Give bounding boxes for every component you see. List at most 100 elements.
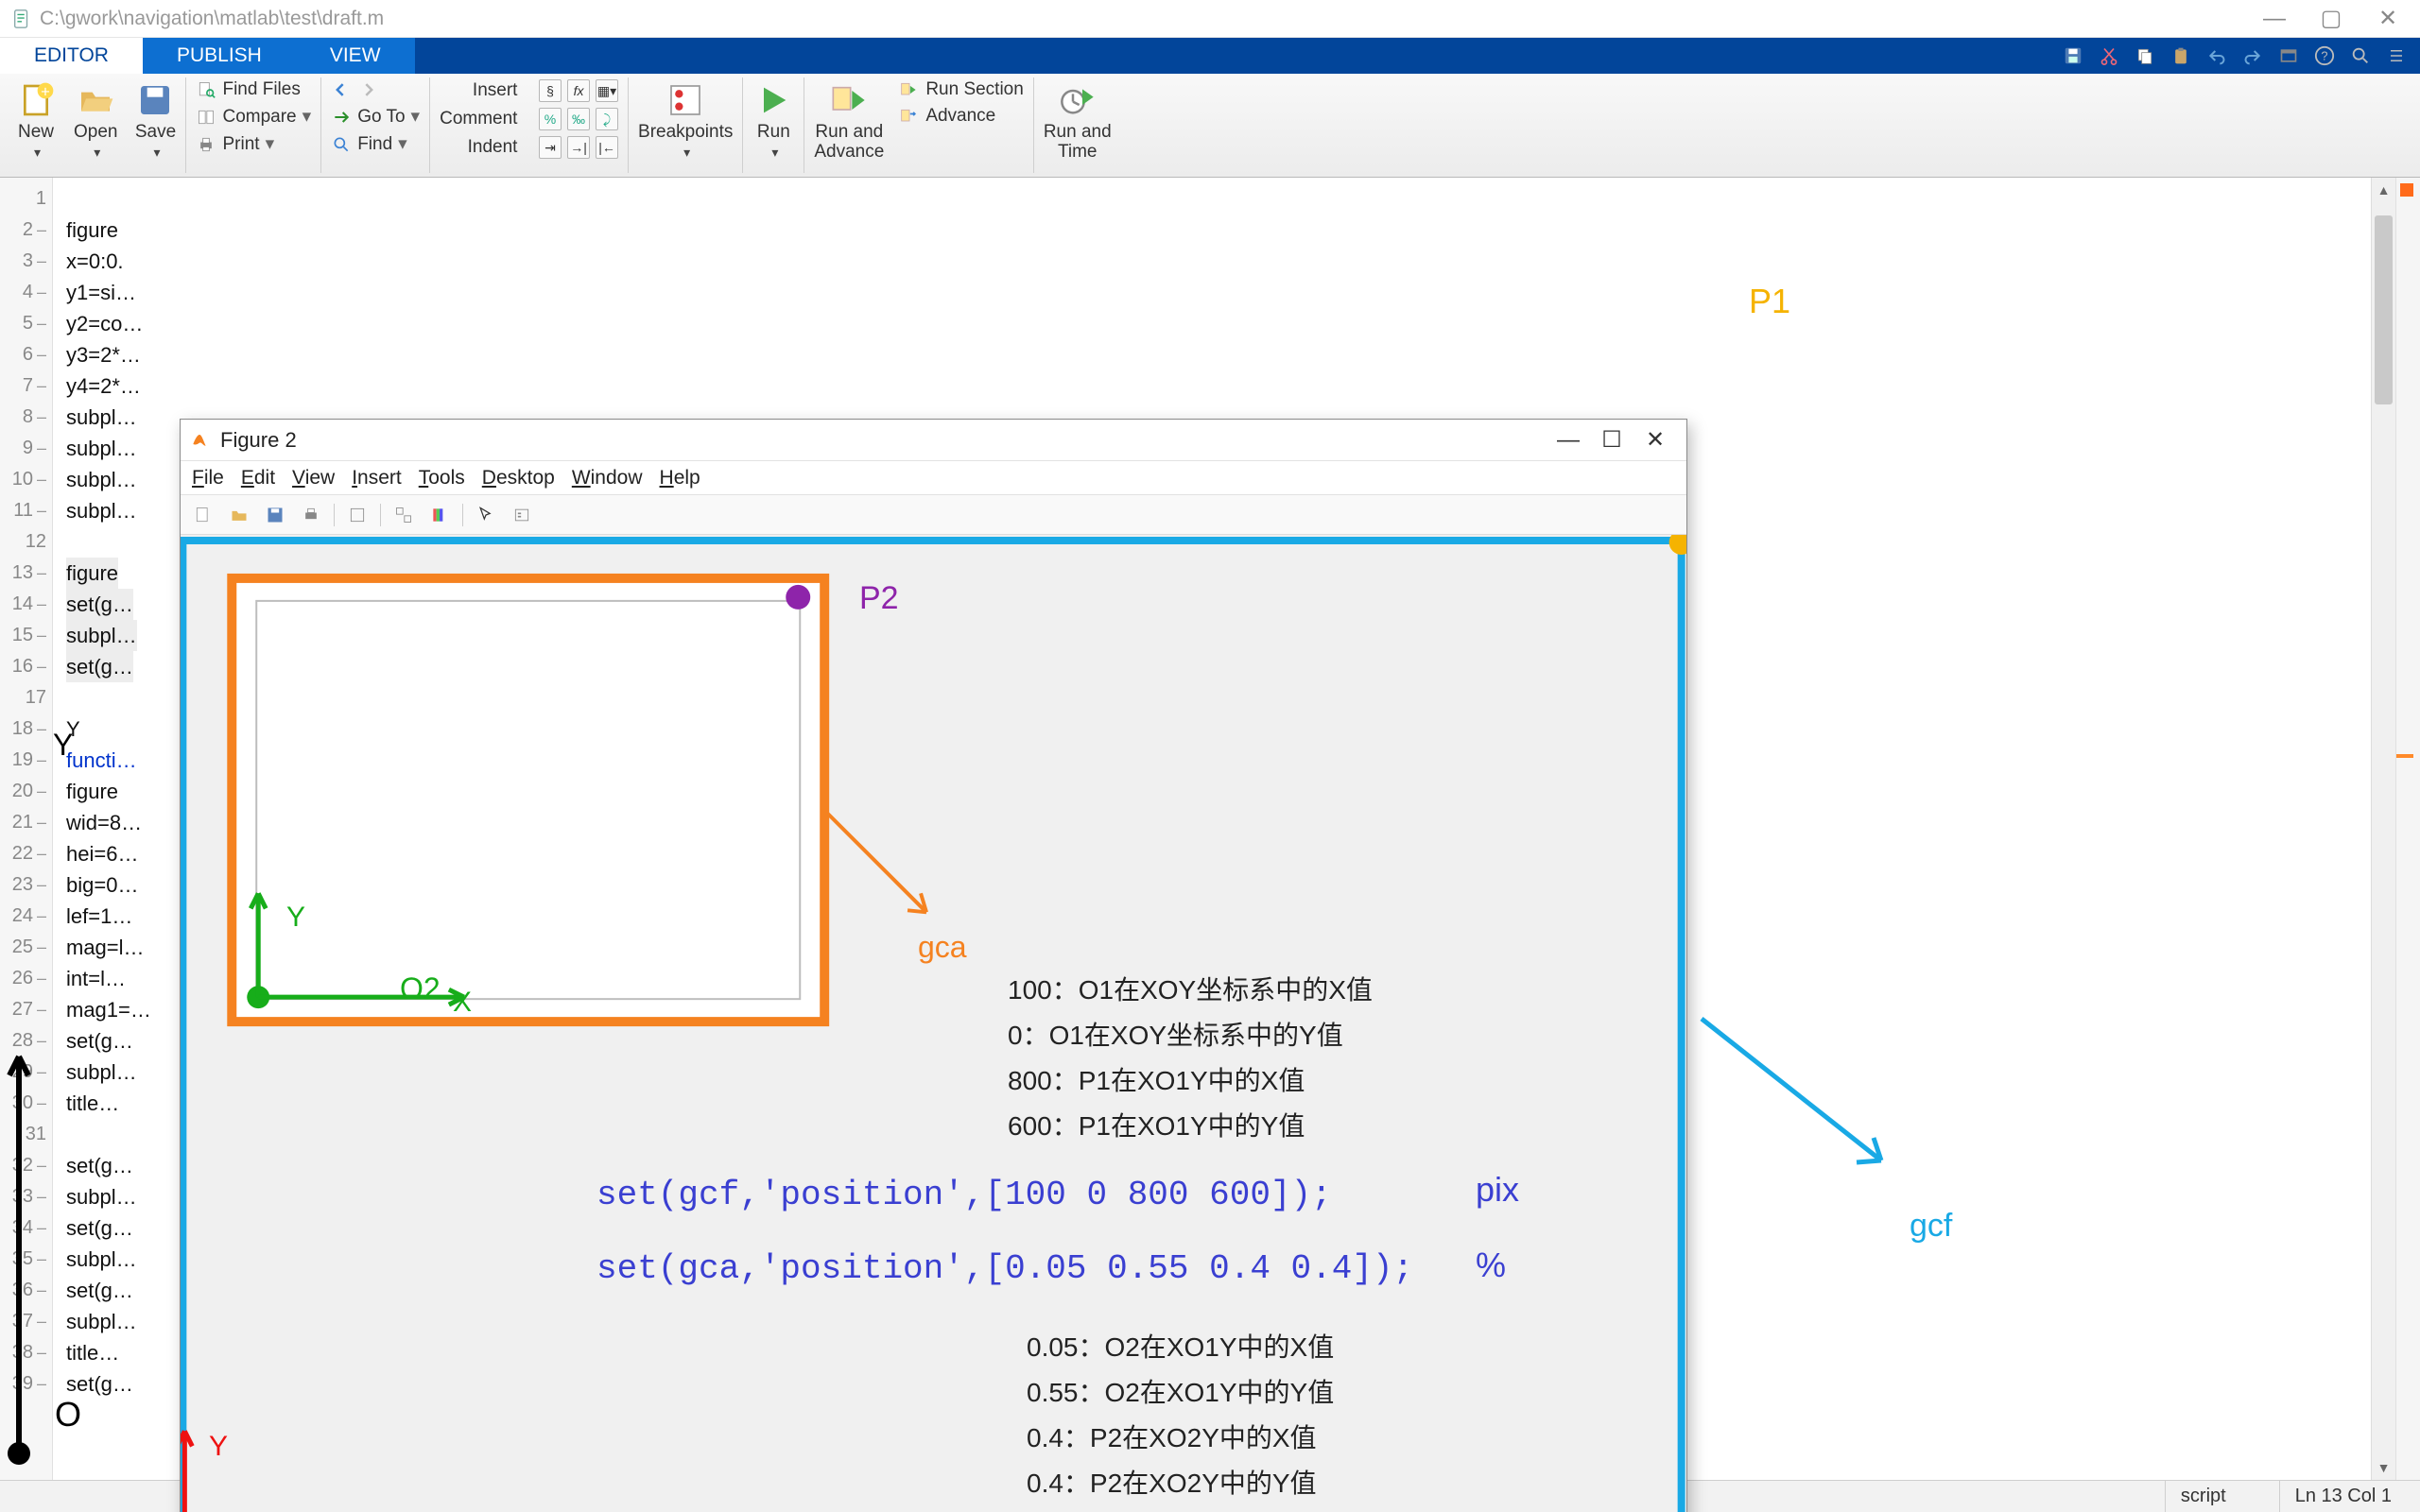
undo-icon[interactable] xyxy=(2203,42,2231,70)
figure-minimize-button[interactable]: — xyxy=(1547,427,1590,454)
copy-icon[interactable] xyxy=(2131,42,2159,70)
figure-menu-help[interactable]: Help xyxy=(660,467,700,490)
search-icon[interactable] xyxy=(2346,42,2375,70)
desc-800: 800：P1在XO1Y中的X值 xyxy=(1008,1060,1305,1098)
run-and-time-button[interactable]: Run and Time xyxy=(1044,79,1112,163)
advance-button[interactable]: Advance xyxy=(899,106,1024,127)
toolstrip-tabs: EDITOR PUBLISH VIEW ? xyxy=(0,38,2420,74)
close-button[interactable]: ✕ xyxy=(2371,2,2405,36)
compare-button[interactable]: Compare ▾ xyxy=(196,106,311,128)
tab-publish[interactable]: PUBLISH xyxy=(143,38,296,74)
desc-0: 0：O1在XOY坐标系中的Y值 xyxy=(1008,1015,1343,1053)
insert-section-icon[interactable]: § xyxy=(539,79,562,102)
desc-005: 0.05：O2在XO1Y中的X值 xyxy=(1027,1327,1334,1365)
run-and-advance-button[interactable]: Run and Advance xyxy=(814,79,884,163)
save-button[interactable]: Save xyxy=(134,79,176,163)
desc-100: 100：O1在XOY坐标系中的X值 xyxy=(1008,970,1373,1007)
save-icon[interactable] xyxy=(2059,42,2087,70)
label-o2: O2 xyxy=(400,971,441,1006)
figure-canvas: gca P2 Y O2 X 100：O1在XOY坐标系中的X值 0：O1在XOY… xyxy=(181,535,1686,1512)
print-figure-icon[interactable] xyxy=(298,502,324,528)
label-p2: P2 xyxy=(859,580,899,617)
tab-view[interactable]: VIEW xyxy=(296,38,415,74)
figure-menu-tools[interactable]: Tools xyxy=(419,467,465,490)
indent-inc-icon[interactable]: →| xyxy=(567,136,590,159)
status-type: script xyxy=(2165,1481,2241,1512)
indent-dec-icon[interactable]: |← xyxy=(596,136,618,159)
code-set-gca: set(gca,'position',[0.05 0.55 0.4 0.4]); xyxy=(596,1249,1413,1288)
find-button[interactable]: Find ▾ xyxy=(331,133,420,155)
open-button[interactable]: Open xyxy=(74,79,117,163)
svg-text:+: + xyxy=(41,83,50,101)
vertical-scrollbar[interactable]: ▲ ▼ xyxy=(2371,178,2395,1480)
legend-icon[interactable] xyxy=(509,502,535,528)
insert-row[interactable]: Insert § fx ▦▾ xyxy=(473,79,618,102)
open-figure-icon[interactable] xyxy=(226,502,252,528)
dropdown-icon[interactable] xyxy=(2382,42,2411,70)
help-icon[interactable]: ? xyxy=(2310,42,2339,70)
desc-600: 600：P1在XO1Y中的Y值 xyxy=(1008,1106,1305,1143)
desc-04b: 0.4：P2在XO2Y中的Y值 xyxy=(1027,1463,1317,1501)
colorbar-icon[interactable] xyxy=(426,502,453,528)
windows-icon[interactable] xyxy=(2274,42,2303,70)
back-icon[interactable] xyxy=(331,79,352,100)
figure-menu-insert[interactable]: Insert xyxy=(352,467,402,490)
forward-icon[interactable] xyxy=(357,79,378,100)
run-button[interactable]: Run xyxy=(752,79,794,163)
label-y-o1: Y xyxy=(209,1431,228,1463)
figure-menu-file[interactable]: File xyxy=(192,467,224,490)
print-button[interactable]: Print ▾ xyxy=(196,133,311,155)
indent-auto-icon[interactable]: ⇥ xyxy=(539,136,562,159)
figure-titlebar[interactable]: Figure 2 — ☐ ✕ xyxy=(181,420,1686,461)
cut-icon[interactable] xyxy=(2095,42,2123,70)
message-strip xyxy=(2395,178,2420,1480)
uncomment-icon[interactable]: ‰ xyxy=(567,108,590,130)
save-figure-icon[interactable] xyxy=(262,502,288,528)
titlebar: C:\gwork\navigation\matlab\test\draft.m … xyxy=(0,0,2420,38)
comment-row[interactable]: Comment % ‰ ⤸ xyxy=(440,108,618,130)
new-button[interactable]: +New xyxy=(15,79,57,163)
insert-more-icon[interactable]: ▦▾ xyxy=(596,79,618,102)
figure-window[interactable]: Figure 2 — ☐ ✕ File Edit View Insert Tools De… xyxy=(180,419,1687,1512)
maximize-button[interactable]: ▢ xyxy=(2314,2,2348,36)
insert-fx-icon[interactable]: fx xyxy=(567,79,590,102)
figure-menu-view[interactable]: View xyxy=(292,467,335,490)
paste-icon[interactable] xyxy=(2167,42,2195,70)
run-section-button[interactable]: Run Section xyxy=(899,79,1024,100)
figure-title: Figure 2 xyxy=(220,428,297,453)
figure-menu-desktop[interactable]: Desktop xyxy=(482,467,555,490)
label-gcf: gcf xyxy=(1910,1208,1952,1245)
link-axes-icon[interactable] xyxy=(390,502,417,528)
figure-menu-window[interactable]: Window xyxy=(572,467,643,490)
label-gca: gca xyxy=(918,930,967,965)
minimize-button[interactable]: — xyxy=(2257,2,2291,36)
label-pct: % xyxy=(1476,1246,1506,1285)
figure-menu-edit[interactable]: Edit xyxy=(241,467,275,490)
edit-plot-icon[interactable] xyxy=(344,502,371,528)
figure-close-button[interactable]: ✕ xyxy=(1634,426,1677,454)
code-analyzer-icon[interactable] xyxy=(2400,183,2413,197)
matlab-icon xyxy=(190,430,211,451)
label-y-screen: Y xyxy=(53,728,73,763)
figure-toolbar xyxy=(181,495,1686,535)
nav-arrows[interactable] xyxy=(331,79,420,100)
comment-icon[interactable]: % xyxy=(539,108,562,130)
scroll-up-icon[interactable]: ▲ xyxy=(2372,178,2395,202)
new-figure-icon[interactable] xyxy=(190,502,216,528)
status-position: Ln 13 Col 1 xyxy=(2279,1481,2407,1512)
pointer-icon[interactable] xyxy=(473,502,499,528)
code-set-gcf: set(gcf,'position',[100 0 800 600]); xyxy=(596,1176,1332,1214)
label-pix: pix xyxy=(1476,1170,1519,1210)
gcf-callout-icon xyxy=(1692,1009,1957,1217)
figure-maximize-button[interactable]: ☐ xyxy=(1590,426,1634,454)
tab-editor[interactable]: EDITOR xyxy=(0,38,143,74)
wrap-comment-icon[interactable]: ⤸ xyxy=(596,108,618,130)
scroll-down-icon[interactable]: ▼ xyxy=(2372,1455,2395,1480)
indent-row[interactable]: Indent ⇥ →| |← xyxy=(468,136,618,159)
scroll-thumb[interactable] xyxy=(2375,215,2393,404)
warning-mark[interactable] xyxy=(2396,754,2413,758)
redo-icon[interactable] xyxy=(2238,42,2267,70)
find-files-button[interactable]: Find Files xyxy=(196,79,311,100)
goto-button[interactable]: Go To ▾ xyxy=(331,106,420,128)
breakpoints-button[interactable]: Breakpoints xyxy=(638,79,733,163)
